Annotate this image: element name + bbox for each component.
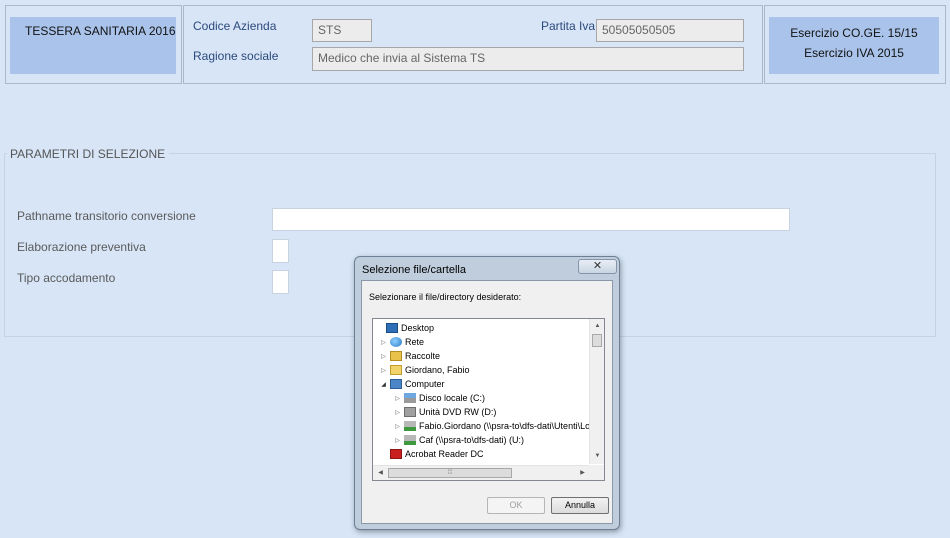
tree-item-label: Rete — [405, 337, 425, 347]
expand-arrow-icon[interactable]: ▷ — [393, 423, 402, 430]
tree-item-label: Acrobat Reader DC — [405, 449, 484, 459]
vertical-scroll-thumb[interactable] — [592, 334, 602, 347]
tree-item-label: Desktop — [401, 323, 435, 333]
network-drive-icon — [404, 435, 416, 445]
esercizio-iva: Esercizio IVA 2015 — [804, 46, 904, 60]
collapse-arrow-icon[interactable]: ◢ — [379, 381, 388, 388]
libraries-icon — [390, 351, 402, 361]
scrollbar-corner — [589, 465, 604, 480]
elaborazione-checkbox[interactable] — [272, 239, 289, 263]
scroll-up-icon[interactable]: ▲ — [590, 319, 604, 334]
scroll-down-icon[interactable]: ▼ — [590, 449, 604, 464]
scroll-left-icon[interactable]: ◀ — [373, 466, 388, 480]
expand-arrow-icon[interactable]: ▷ — [379, 339, 388, 346]
partita-iva-label: Partita Iva — [541, 19, 596, 33]
network-icon — [390, 337, 402, 347]
dialog-body: Selezionare il file/directory desiderato… — [361, 280, 613, 524]
tree-item-label: Unità DVD RW (D:) — [419, 407, 497, 417]
tree-item-label: Computer — [405, 379, 445, 389]
horizontal-scroll-thumb[interactable]: ⦙⦙⦙ — [388, 468, 512, 478]
tree-item-rete[interactable]: ▷ Rete — [379, 335, 424, 349]
tree-item-network-drive-home[interactable]: ▷ Fabio.Giordano (\\psra-to\dfs-dati\Ute… — [393, 419, 590, 433]
codice-azienda-field[interactable]: STS — [312, 19, 372, 42]
ragione-sociale-field[interactable]: Medico che invia al Sistema TS — [312, 47, 744, 71]
expand-arrow-icon[interactable]: ▷ — [379, 353, 388, 360]
tree-item-label: Fabio.Giordano (\\psra-to\dfs-dati\Utent… — [419, 421, 591, 431]
desktop-icon — [386, 323, 398, 333]
acrobat-icon — [390, 449, 402, 459]
user-folder-icon — [390, 365, 402, 375]
dialog-title: Selezione file/cartella — [362, 264, 466, 276]
expand-arrow-icon[interactable]: ▷ — [393, 395, 402, 402]
tree-item-local-disk[interactable]: ▷ Disco locale (C:) — [393, 391, 485, 405]
tree-item-user-folder[interactable]: ▷ Giordano, Fabio — [379, 363, 470, 377]
expand-arrow-icon[interactable]: ▷ — [393, 437, 402, 444]
tipo-accodamento-label: Tipo accodamento — [17, 271, 116, 285]
tipo-accodamento-field[interactable] — [272, 270, 289, 294]
tree-item-computer[interactable]: ◢ Computer — [379, 377, 445, 391]
vertical-scrollbar[interactable]: ▲ ▼ — [589, 319, 604, 464]
horizontal-scrollbar[interactable]: ◀ ⦙⦙⦙ ▶ — [373, 465, 590, 480]
pathname-input[interactable] — [272, 208, 790, 231]
tree-item-label: Disco locale (C:) — [419, 393, 486, 403]
network-drive-icon — [404, 421, 416, 431]
drive-icon — [404, 393, 416, 403]
folder-tree[interactable]: Desktop ▷ Rete ▷ Raccolte ▷ Giordano, Fa… — [372, 318, 605, 481]
expand-arrow-icon[interactable]: ▷ — [379, 367, 388, 374]
scroll-right-icon[interactable]: ▶ — [575, 466, 590, 480]
app-title: TESSERA SANITARIA 2016 — [25, 24, 176, 38]
tree-item-acrobat[interactable]: Acrobat Reader DC — [379, 447, 484, 461]
dvd-drive-icon — [404, 407, 416, 417]
dialog-close-button[interactable]: ✕ — [578, 259, 617, 274]
tree-item-dvd[interactable]: ▷ Unità DVD RW (D:) — [393, 405, 496, 419]
company-panel — [183, 5, 763, 84]
tree-item-label: Giordano, Fabio — [405, 365, 470, 375]
tree-item-raccolte[interactable]: ▷ Raccolte — [379, 349, 440, 363]
tree-item-desktop[interactable]: Desktop — [375, 321, 434, 335]
cancel-button[interactable]: Annulla — [551, 497, 609, 514]
codice-azienda-label: Codice Azienda — [193, 19, 277, 33]
elaborazione-label: Elaborazione preventiva — [17, 240, 146, 254]
tree-item-label: Caf (\\psra-to\dfs-dati) (U:) — [419, 435, 525, 445]
selection-legend: PARAMETRI DI SELEZIONE — [7, 147, 170, 161]
tree-item-label: Raccolte — [405, 351, 441, 361]
ok-button[interactable]: OK — [487, 497, 545, 514]
app-title-box: TESSERA SANITARIA 2016 — [10, 17, 176, 74]
esercizio-box: Esercizio CO.GE. 15/15 Esercizio IVA 201… — [769, 17, 939, 74]
partita-iva-field[interactable]: 50505050505 — [596, 19, 744, 42]
computer-icon — [390, 379, 402, 389]
tree-item-network-drive-caf[interactable]: ▷ Caf (\\psra-to\dfs-dati) (U:) — [393, 433, 524, 447]
esercizio-coge: Esercizio CO.GE. 15/15 — [790, 26, 918, 40]
pathname-label: Pathname transitorio conversione — [17, 209, 196, 223]
expand-arrow-icon[interactable]: ▷ — [393, 409, 402, 416]
ragione-sociale-label: Ragione sociale — [193, 49, 279, 63]
dialog-prompt: Selezionare il file/directory desiderato… — [369, 292, 522, 302]
file-selection-dialog: Selezione file/cartella ✕ Selezionare il… — [354, 256, 620, 530]
